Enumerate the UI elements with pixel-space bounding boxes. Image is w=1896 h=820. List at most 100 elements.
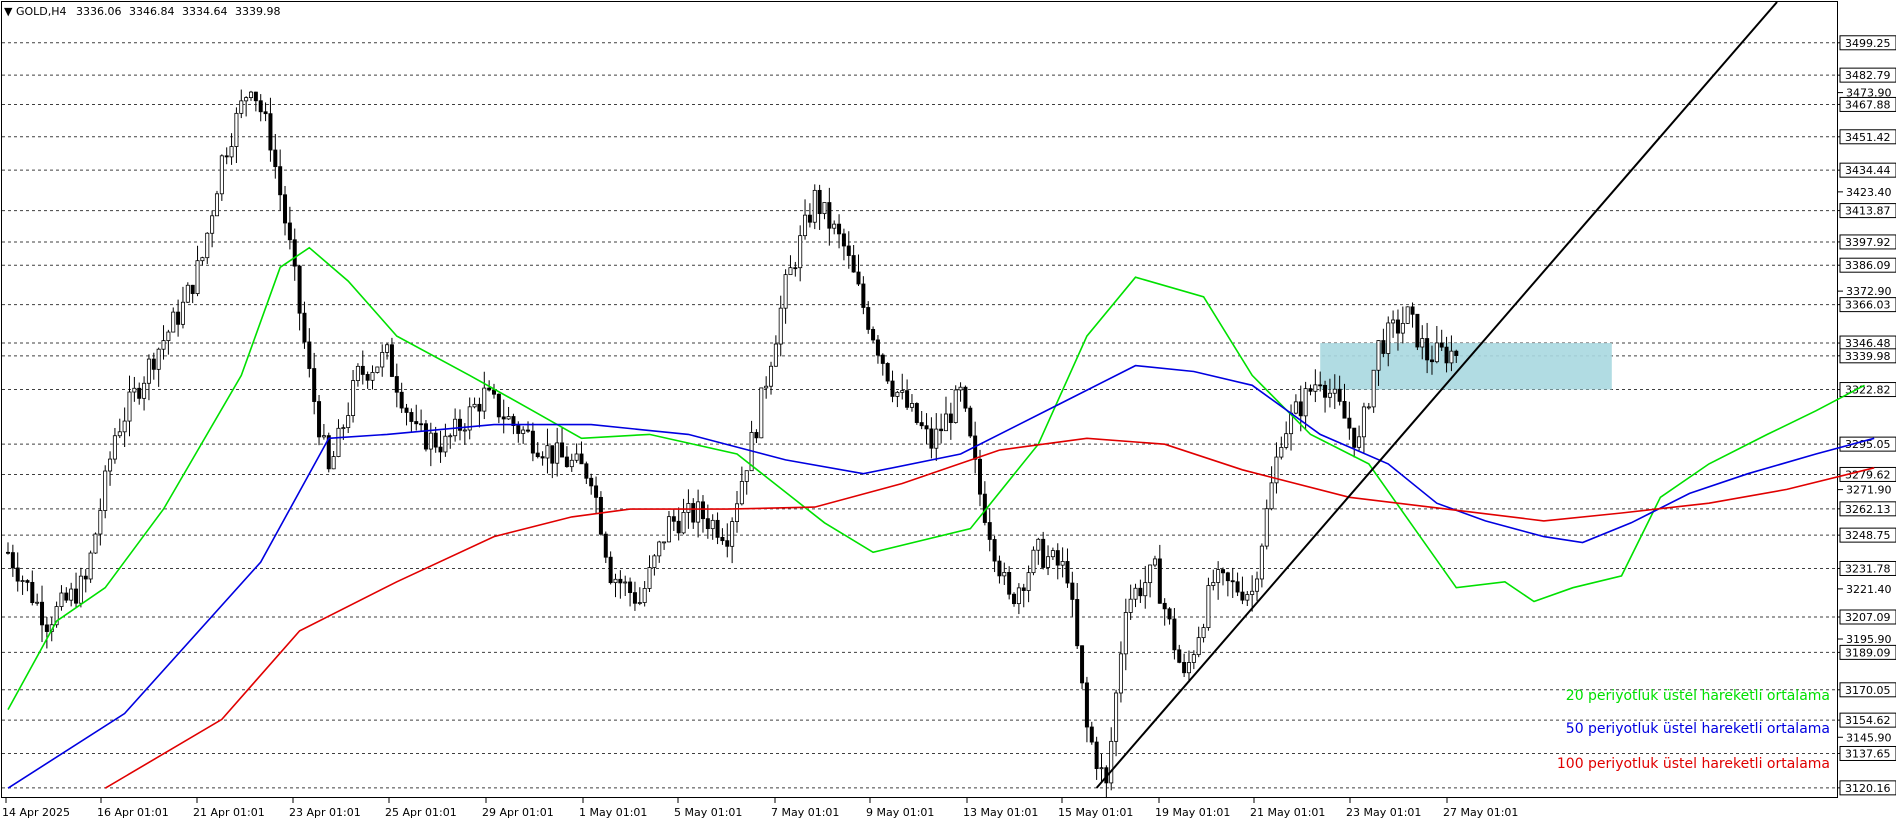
candle-body xyxy=(1206,585,1211,628)
candle xyxy=(735,491,740,533)
candle-body xyxy=(871,329,876,341)
candle xyxy=(1099,754,1104,782)
candle xyxy=(472,397,477,409)
candle xyxy=(1255,571,1260,601)
candle-body xyxy=(1036,538,1041,551)
candle xyxy=(59,585,64,611)
candle xyxy=(778,295,783,357)
candle xyxy=(924,413,929,445)
candle xyxy=(555,427,560,477)
candle xyxy=(467,397,472,440)
candle-body xyxy=(307,341,312,369)
candle-body xyxy=(428,432,433,450)
candle xyxy=(662,541,667,550)
candle xyxy=(1152,555,1157,568)
candle xyxy=(375,366,380,374)
candle-body xyxy=(662,541,667,544)
candle xyxy=(817,184,822,230)
candle xyxy=(540,451,545,466)
candle-body xyxy=(1332,388,1337,394)
candle xyxy=(652,554,657,576)
candle-body xyxy=(1191,654,1196,663)
candle xyxy=(273,133,278,179)
candle xyxy=(103,465,108,519)
candle xyxy=(1259,543,1264,588)
candle-body xyxy=(156,348,161,370)
candle-body xyxy=(793,267,798,270)
candle xyxy=(579,441,584,465)
y-axis-tick-label: 3372.90 xyxy=(1846,285,1892,298)
candle-body xyxy=(1454,350,1459,356)
candle-body xyxy=(112,435,117,460)
candle-body xyxy=(1400,322,1405,334)
candle-body xyxy=(477,403,482,412)
candle xyxy=(108,451,113,486)
price-level-label: 3467.88 xyxy=(1845,98,1891,111)
candle-body xyxy=(710,519,715,530)
x-axis-label: 21 May 01:01 xyxy=(1250,806,1325,819)
candle xyxy=(1172,608,1177,660)
candle xyxy=(696,489,701,538)
candle-body xyxy=(370,372,375,381)
candle-body xyxy=(171,311,176,333)
candle-body xyxy=(399,391,404,409)
candle-body xyxy=(380,352,385,368)
candle xyxy=(292,228,297,281)
candle xyxy=(312,352,317,415)
candle-body xyxy=(1357,436,1362,448)
x-axis: 14 Apr 2025 16 Apr 01:01 21 Apr 01:01 23 Ap… xyxy=(2,798,1518,819)
candle xyxy=(1308,384,1313,396)
price-chart[interactable]: 3499.25 3482.79 3467.88 3451.42 3434.44 3413.… xyxy=(0,0,1896,820)
candle-body xyxy=(1172,618,1177,651)
candle-body xyxy=(1182,661,1187,674)
candle-body xyxy=(1250,590,1255,595)
candle xyxy=(1182,653,1187,677)
chart-container[interactable]: ▼ GOLD,H4 3336.06 3346.84 3334.64 3339.9… xyxy=(0,0,1896,820)
candle-body xyxy=(516,425,521,434)
candle-body xyxy=(1337,388,1342,402)
candle-body xyxy=(618,578,623,584)
candle xyxy=(1031,546,1036,576)
candle-body xyxy=(1084,682,1089,728)
candle xyxy=(861,276,866,315)
candle xyxy=(560,426,565,458)
candle-body xyxy=(744,470,749,482)
candle xyxy=(1157,544,1162,604)
candle-body xyxy=(224,155,229,158)
candle-body xyxy=(1449,350,1454,364)
candle-body xyxy=(35,601,40,604)
candle xyxy=(171,307,176,333)
candle-body xyxy=(1216,569,1221,583)
candle xyxy=(365,371,370,389)
candle xyxy=(1245,591,1250,607)
candle xyxy=(234,107,239,164)
candle-body xyxy=(166,331,171,342)
candle-body xyxy=(1395,319,1400,334)
x-axis-label: 5 May 01:01 xyxy=(674,806,742,819)
candle xyxy=(744,470,749,495)
candle xyxy=(370,365,375,390)
candle-body xyxy=(1245,594,1250,601)
candle xyxy=(871,326,876,343)
candle xyxy=(700,495,705,533)
candle-body xyxy=(1298,401,1303,417)
candle-body xyxy=(1016,587,1021,605)
candle-body xyxy=(584,463,589,479)
candle xyxy=(501,399,506,434)
candle xyxy=(613,573,618,598)
candle xyxy=(1400,306,1405,344)
candle xyxy=(491,383,496,399)
candle xyxy=(715,512,720,545)
candle xyxy=(88,550,93,583)
candle xyxy=(83,569,88,593)
x-axis-label: 9 May 01:01 xyxy=(866,806,934,819)
candle xyxy=(783,269,788,324)
candle-body xyxy=(739,481,744,505)
candle xyxy=(851,245,856,273)
candle xyxy=(229,133,234,165)
candle-body xyxy=(827,202,832,229)
candle-body xyxy=(59,592,64,607)
candle xyxy=(618,570,623,599)
candle xyxy=(958,382,963,402)
candle xyxy=(749,420,754,472)
